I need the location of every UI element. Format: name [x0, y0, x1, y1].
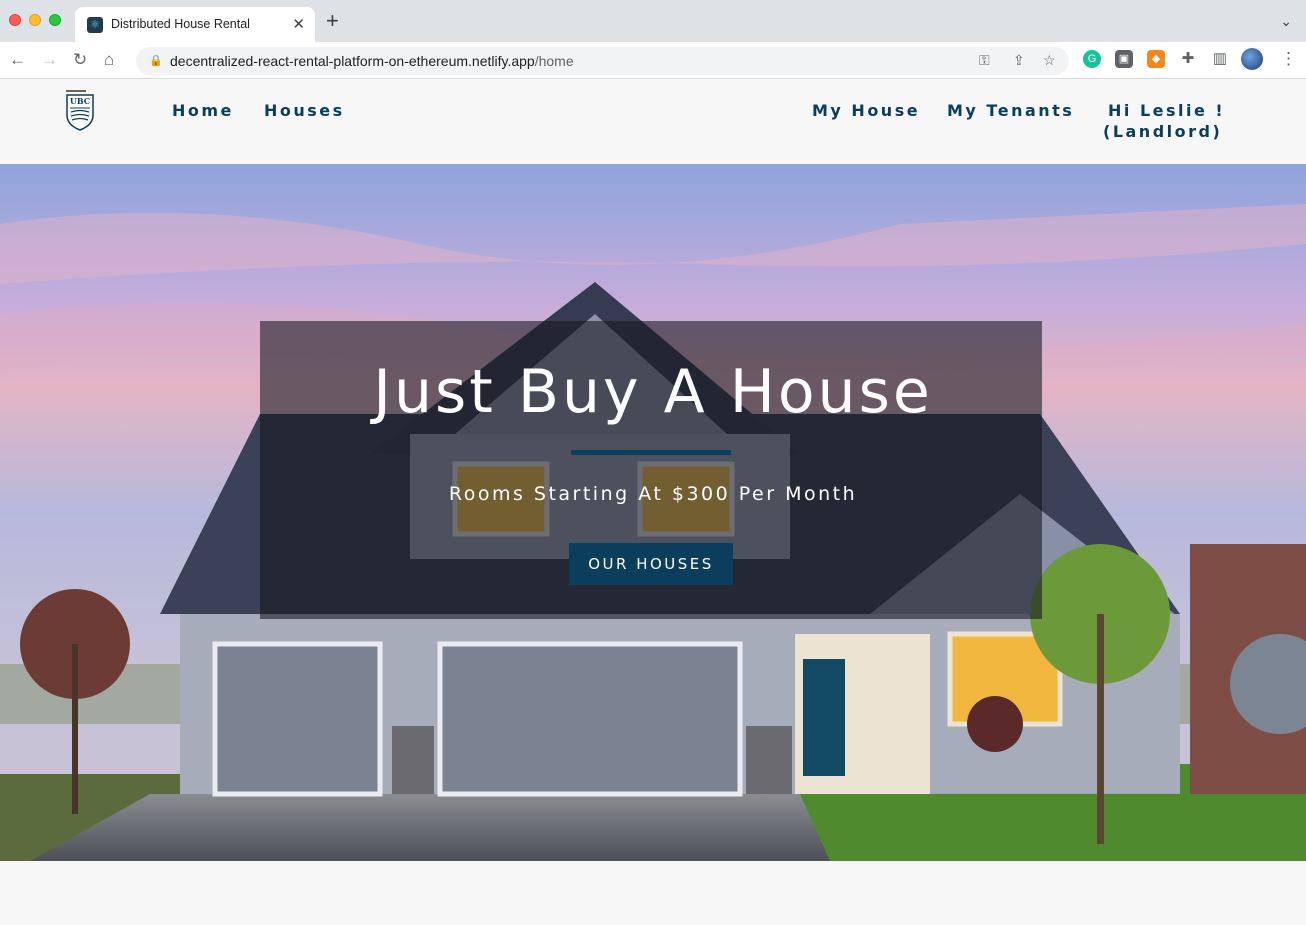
- url-text[interactable]: decentralized-react-rental-platform-on-e…: [170, 53, 574, 69]
- hero-subtitle: Rooms Starting At $300 Per Month: [448, 483, 858, 505]
- tab-search-chevron-icon[interactable]: ⌄: [1280, 13, 1292, 30]
- maximize-window-button[interactable]: [49, 14, 61, 26]
- url-path: /home: [534, 53, 574, 69]
- reload-icon[interactable]: ↻: [73, 50, 87, 70]
- hero-banner: Just Buy A House Rooms Starting At $300 …: [0, 164, 1306, 861]
- puzzle-icon[interactable]: ✚: [1179, 50, 1197, 68]
- sidepanel-icon[interactable]: ▥: [1211, 50, 1229, 68]
- share-icon[interactable]: ⇪: [1013, 52, 1025, 69]
- web-page: UBC Home Houses My House My Tenants Hi L…: [0, 79, 1306, 925]
- browser-tab[interactable]: ⚛ Distributed House Rental ✕: [75, 7, 315, 42]
- nav-houses-link[interactable]: Houses: [264, 101, 345, 120]
- user-greeting[interactable]: Hi Leslie !: [1108, 101, 1225, 120]
- tab-close-icon[interactable]: ✕: [292, 15, 305, 33]
- nav-my-tenants-link[interactable]: My Tenants: [947, 101, 1074, 120]
- forward-icon[interactable]: →: [41, 50, 58, 70]
- tab-title: Distributed House Rental: [111, 17, 250, 31]
- metamask-icon[interactable]: ◆: [1147, 50, 1165, 68]
- new-tab-icon[interactable]: +: [326, 10, 339, 32]
- url-host: decentralized-react-rental-platform-on-e…: [170, 53, 535, 69]
- ubc-logo[interactable]: UBC: [64, 89, 96, 131]
- hero-divider: [571, 450, 731, 455]
- user-role: (Landlord): [1103, 122, 1223, 141]
- address-bar[interactable]: 🔒 decentralized-react-rental-platform-on…: [136, 47, 1069, 75]
- star-icon[interactable]: ☆: [1043, 52, 1056, 69]
- minimize-window-button[interactable]: [29, 14, 41, 26]
- svg-text:UBC: UBC: [70, 96, 90, 106]
- nav-my-house-link[interactable]: My House: [812, 101, 920, 120]
- grammarly-icon[interactable]: G: [1083, 50, 1101, 68]
- profile-avatar[interactable]: [1241, 48, 1263, 70]
- home-icon[interactable]: ⌂: [104, 50, 114, 70]
- react-favicon-icon: ⚛: [87, 17, 103, 33]
- nav-home-link[interactable]: Home: [172, 101, 234, 120]
- extension-icon[interactable]: ▣: [1115, 50, 1133, 68]
- lock-icon[interactable]: 🔒: [149, 54, 163, 67]
- menu-icon[interactable]: ⋮: [1280, 49, 1297, 69]
- site-navbar: UBC Home Houses My House My Tenants Hi L…: [0, 79, 1306, 164]
- browser-tabbar: ⚛ Distributed House Rental ✕ + ⌄: [0, 0, 1306, 42]
- key-icon[interactable]: ⚿: [979, 52, 990, 69]
- our-houses-button[interactable]: OUR HOUSES: [569, 543, 733, 585]
- browser-toolbar: ← → ↻ ⌂ 🔒 decentralized-react-rental-pla…: [0, 42, 1306, 79]
- close-window-button[interactable]: [9, 14, 21, 26]
- hero-title: Just Buy A House: [373, 357, 933, 427]
- back-icon[interactable]: ←: [9, 50, 26, 70]
